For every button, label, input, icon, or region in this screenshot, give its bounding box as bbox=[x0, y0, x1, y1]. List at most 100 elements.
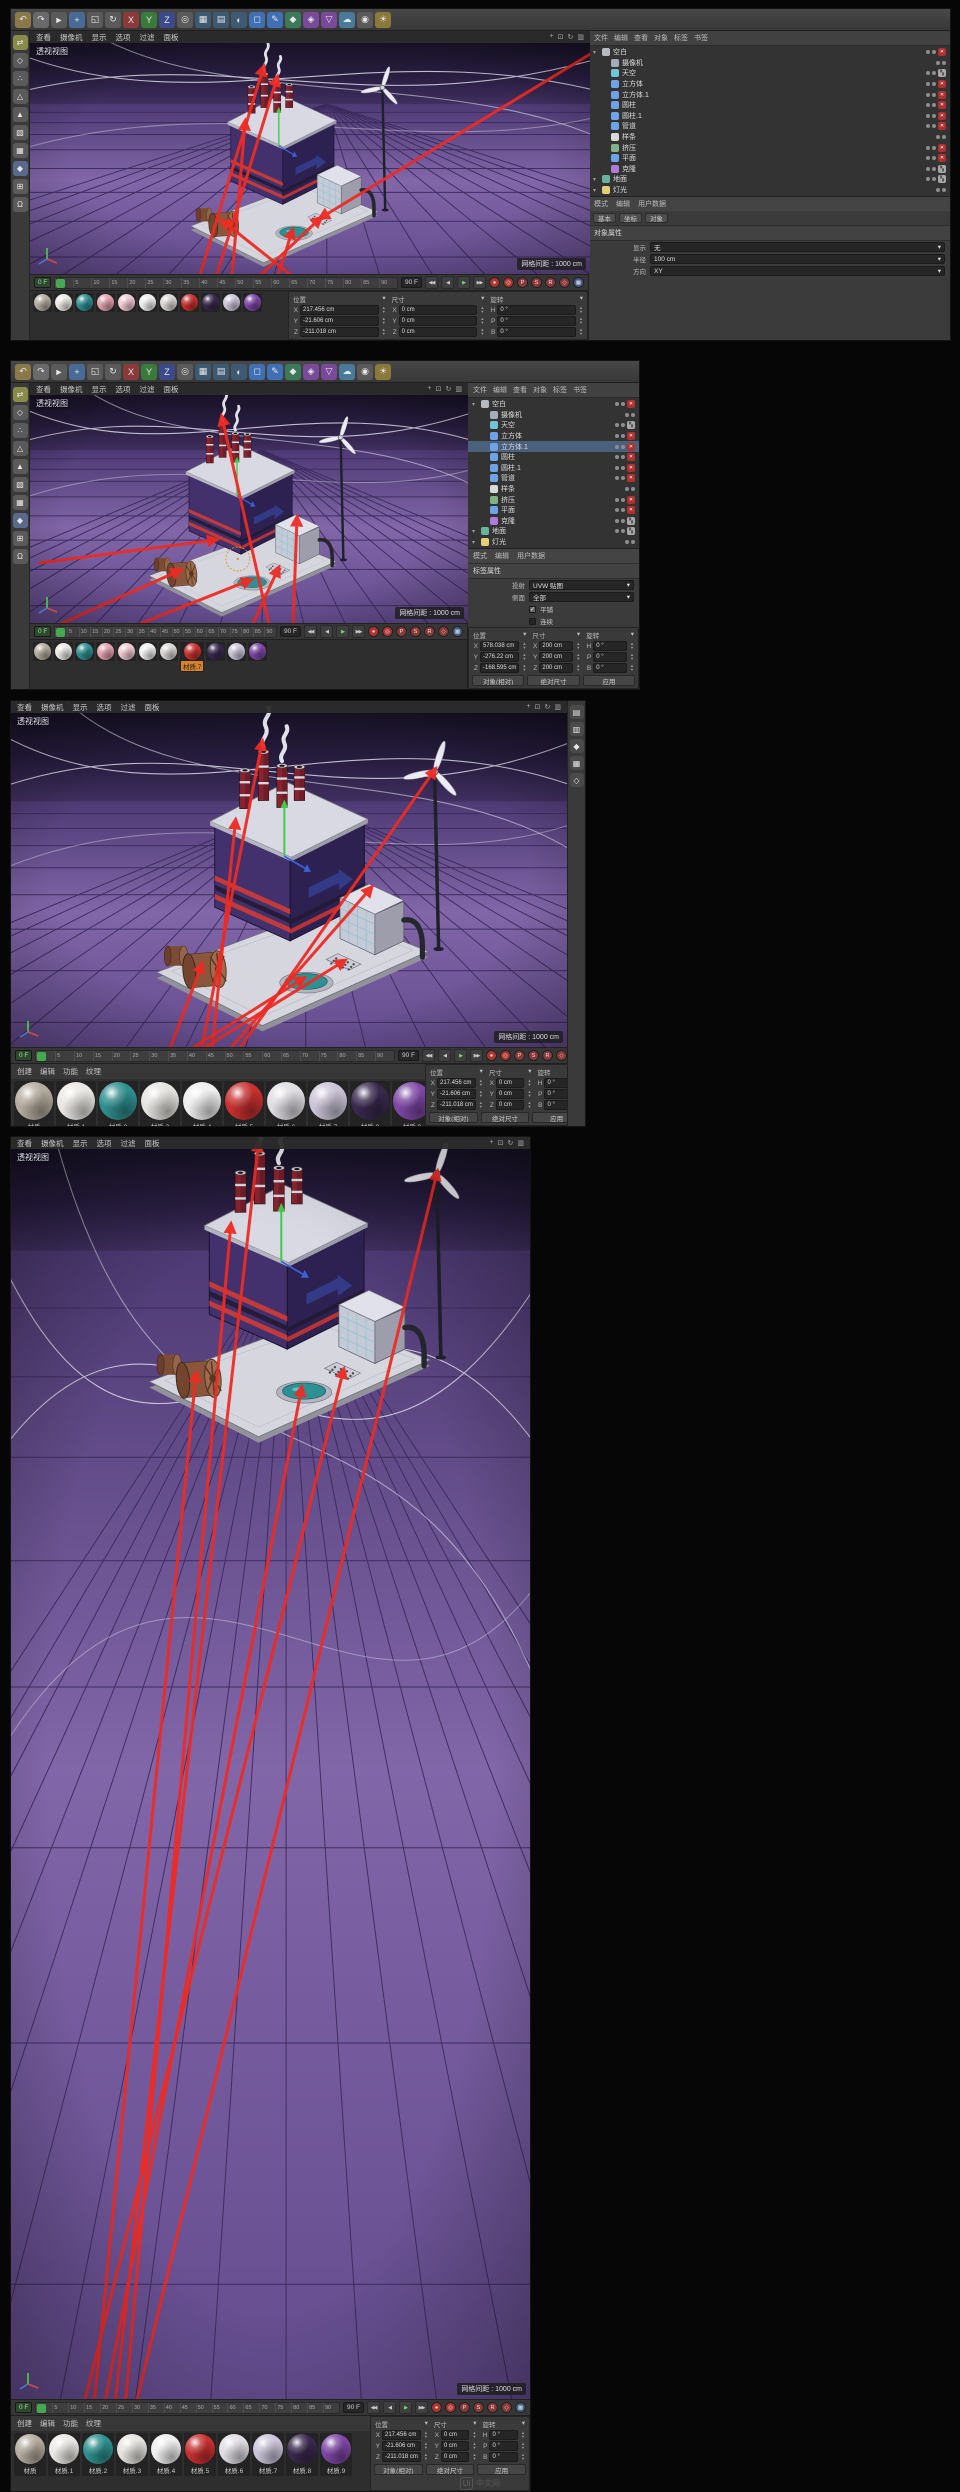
texture-tag-icon[interactable]: ✕ bbox=[938, 90, 946, 99]
material-swatch[interactable] bbox=[96, 293, 115, 312]
coordinate-value-field[interactable]: 0 cm bbox=[398, 316, 478, 326]
visibility-dot-top[interactable] bbox=[625, 540, 629, 545]
material-swatch[interactable]: 材质 bbox=[14, 2433, 46, 2476]
coordinate-mode-button[interactable]: 应用 bbox=[488, 339, 584, 340]
stepper-icon[interactable]: ▲▼ bbox=[578, 328, 584, 336]
coordinate-value-field[interactable]: -211.018 cm bbox=[300, 327, 379, 337]
coordinate-value-field[interactable]: 0 ° bbox=[497, 327, 577, 337]
visibility-dot-top[interactable] bbox=[926, 166, 930, 171]
material-menu-item[interactable]: 功能 bbox=[63, 2418, 78, 2429]
rotate-tool-icon[interactable]: ↻ bbox=[105, 11, 121, 28]
undo-icon[interactable]: ↶ bbox=[15, 11, 31, 28]
visibility-dot-bottom[interactable] bbox=[621, 518, 625, 523]
environment-icon[interactable]: ☁ bbox=[339, 11, 355, 28]
material-menu-item[interactable]: 纹理 bbox=[86, 2418, 101, 2429]
visibility-dot-top[interactable] bbox=[625, 412, 629, 417]
object-manager-menu-item[interactable]: 编辑 bbox=[493, 385, 507, 395]
coordinate-mode-button[interactable]: 应用 bbox=[582, 675, 635, 686]
texture-tag-icon[interactable]: ✕ bbox=[627, 453, 635, 462]
material-swatch[interactable] bbox=[117, 642, 136, 661]
render-view-icon[interactable]: ▦ bbox=[195, 363, 211, 380]
prev-frame-button[interactable]: ◀ bbox=[383, 2401, 396, 2414]
timeline-playhead[interactable] bbox=[37, 2403, 47, 2413]
coordinate-value-field[interactable]: 0 ° bbox=[593, 663, 628, 673]
render-settings-icon[interactable]: ◐ bbox=[231, 363, 247, 380]
timeline-ruler[interactable]: 051015202530354045505560657075808590 bbox=[54, 276, 398, 289]
record-rotation-button[interactable]: R bbox=[542, 1050, 553, 1061]
coordinate-value-field[interactable]: 0 ° bbox=[497, 305, 577, 315]
move-tool-icon[interactable]: + bbox=[69, 363, 85, 380]
visibility-dot-top[interactable] bbox=[936, 188, 940, 193]
visibility-dot-bottom[interactable] bbox=[621, 508, 625, 513]
coordinate-value-field[interactable]: 0 cm bbox=[495, 1078, 525, 1088]
play-button[interactable]: ▶ bbox=[457, 276, 470, 289]
viewport-menu-item[interactable]: 选项 bbox=[116, 384, 131, 395]
coordinate-value-field[interactable]: 200 cm bbox=[539, 652, 574, 662]
object-tree-row[interactable]: 管道 ✕ bbox=[468, 473, 639, 484]
material-tag-icon[interactable]: ▚ bbox=[627, 421, 635, 430]
layers-panel-icon[interactable]: ▥ bbox=[569, 722, 584, 736]
texture-tag-icon[interactable]: ✕ bbox=[627, 442, 635, 451]
material-swatch[interactable]: 材质.1 bbox=[56, 1081, 96, 1126]
toggle-view-icon[interactable]: ▥ bbox=[577, 33, 584, 41]
zoom-view-icon[interactable]: ⊡ bbox=[436, 385, 442, 393]
z-axis-lock-icon[interactable]: Z bbox=[159, 363, 175, 380]
render-view-icon[interactable]: ▦ bbox=[195, 11, 211, 28]
visibility-dot-bottom[interactable] bbox=[932, 92, 936, 97]
material-menu-item[interactable]: 创建 bbox=[17, 2418, 32, 2429]
record-keyframe-button[interactable]: ● bbox=[486, 1050, 497, 1061]
material-swatch[interactable]: 材质.5 bbox=[224, 1081, 264, 1126]
record-scale-button[interactable]: S bbox=[528, 1050, 539, 1061]
object-tree-row[interactable]: 平面 ✕ bbox=[468, 505, 639, 516]
material-swatch[interactable] bbox=[248, 642, 268, 661]
attribute-tab[interactable]: 模式 bbox=[594, 199, 608, 209]
rotate-tool-icon[interactable]: ↻ bbox=[105, 363, 121, 380]
texture-tag-icon[interactable]: ✕ bbox=[627, 432, 635, 441]
coordinate-value-field[interactable]: -168.595 cm bbox=[480, 663, 520, 673]
coordinate-value-field[interactable]: 217.456 cm bbox=[300, 305, 379, 315]
timeline-ruler[interactable]: 051015202530354045505560657075808590 bbox=[35, 2401, 340, 2414]
object-tree-row[interactable]: 圆柱 ✕ bbox=[589, 100, 950, 111]
record-scale-button[interactable]: S bbox=[473, 2402, 484, 2413]
material-swatch[interactable]: 材质.4 bbox=[182, 1081, 222, 1126]
visibility-dot-bottom[interactable] bbox=[621, 402, 625, 407]
stepper-icon[interactable]: ▲▼ bbox=[478, 1101, 484, 1109]
tree-caret-icon[interactable]: ▾ bbox=[593, 187, 599, 194]
record-scale-button[interactable]: S bbox=[531, 277, 542, 288]
material-swatch[interactable] bbox=[206, 642, 226, 661]
goto-end-button[interactable]: ▶▶ bbox=[473, 276, 486, 289]
autokey-button[interactable]: ◎ bbox=[382, 626, 393, 637]
stepper-icon[interactable]: ▲▼ bbox=[478, 1079, 484, 1087]
viewport-3d[interactable]: 查看 摄像机 显示 选项 过滤 面板 + ⊡ ↻ ▥ 透视视图 网格间距 : 1000 cm bbox=[11, 1137, 530, 2399]
texture-tag-icon[interactable]: ✕ bbox=[627, 400, 635, 409]
visibility-dot-top[interactable] bbox=[926, 177, 930, 182]
object-tree-row[interactable]: 天空 ▚ bbox=[589, 68, 950, 79]
object-tree-row[interactable]: 平面 ✕ bbox=[589, 153, 950, 164]
end-frame-field[interactable]: 90 F bbox=[400, 277, 422, 288]
material-swatch[interactable] bbox=[54, 642, 73, 661]
viewport-menu-item[interactable]: 过滤 bbox=[140, 32, 155, 43]
material-menu-item[interactable]: 创建 bbox=[17, 1066, 32, 1077]
coordinate-value-field[interactable]: 0 ° bbox=[489, 2441, 518, 2451]
end-frame-field[interactable]: 90 F bbox=[342, 2402, 364, 2413]
record-param-button[interactable]: ◇ bbox=[438, 626, 449, 637]
visibility-dot-bottom[interactable] bbox=[621, 497, 625, 502]
object-tree-row[interactable]: 样条 bbox=[589, 132, 950, 143]
play-button[interactable]: ▶ bbox=[336, 625, 349, 638]
toggle-view-icon[interactable]: ▥ bbox=[455, 385, 462, 393]
material-tag-icon[interactable]: ▚ bbox=[938, 69, 946, 78]
viewport-menu-item[interactable]: 过滤 bbox=[140, 384, 155, 395]
coordinates-panel-icon[interactable]: ▤ bbox=[569, 705, 584, 719]
material-swatch[interactable]: 材质.6 bbox=[218, 2433, 250, 2476]
coordinate-value-field[interactable]: 0 cm bbox=[440, 2452, 470, 2462]
object-tree-row[interactable]: ▾ 地面 ▚ bbox=[589, 174, 950, 185]
material-swatch[interactable]: 材质.4 bbox=[150, 2433, 182, 2476]
texture-tag-icon[interactable]: ✕ bbox=[938, 111, 946, 120]
object-tree-row[interactable]: 圆柱.1 ✕ bbox=[468, 463, 639, 474]
record-param-button[interactable]: ◇ bbox=[501, 2402, 512, 2413]
attribute-value-field[interactable]: 100 cm ▾ bbox=[650, 254, 945, 264]
material-swatch[interactable] bbox=[54, 293, 73, 312]
material-swatch[interactable]: 材质.9 bbox=[320, 2433, 352, 2476]
material-swatch[interactable]: 材质.3 bbox=[140, 1081, 180, 1126]
edges-mode-icon[interactable]: △ bbox=[12, 89, 28, 104]
